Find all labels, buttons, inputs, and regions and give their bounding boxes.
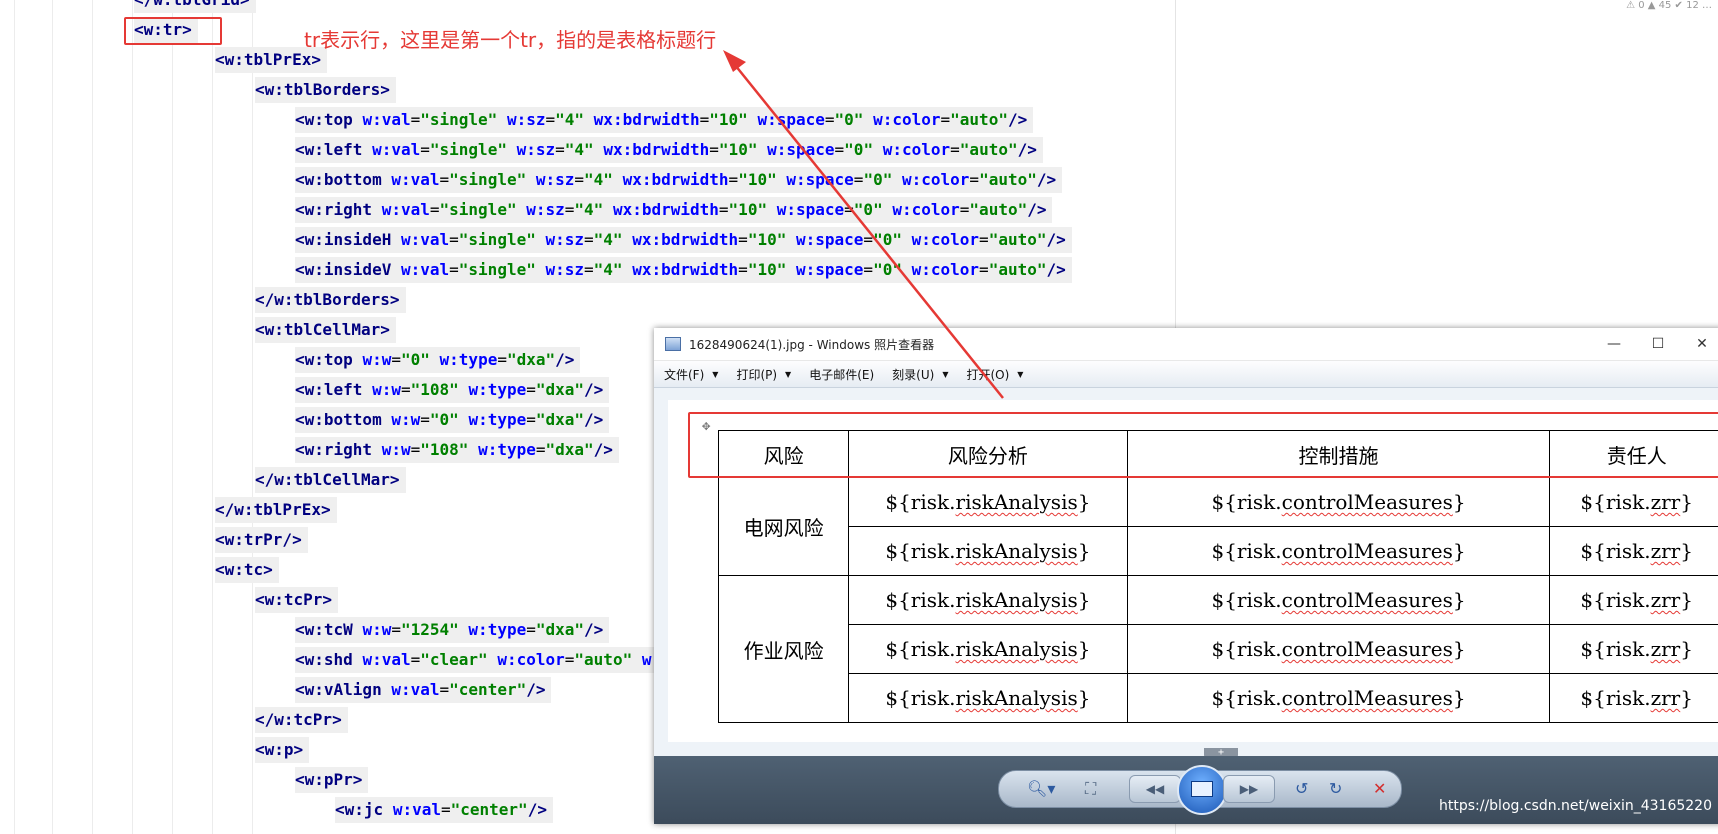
annotation-arrow: [723, 50, 1004, 399]
